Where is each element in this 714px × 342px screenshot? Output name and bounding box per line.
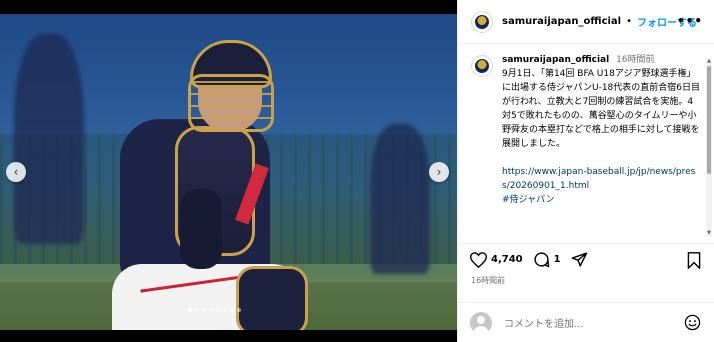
share-button[interactable] xyxy=(571,251,588,268)
carousel-dot xyxy=(223,308,227,312)
catcher-arm xyxy=(180,189,222,269)
separator-dot: • xyxy=(626,16,633,27)
carousel-dots xyxy=(188,308,241,312)
scroll-down-icon[interactable]: ▼ xyxy=(706,230,712,236)
posted-time[interactable]: 16時間前 xyxy=(471,275,505,286)
caption-scrollbar[interactable]: ▲ ▼ xyxy=(706,58,712,236)
previous-image-button[interactable]: ‹ xyxy=(6,162,26,182)
save-button[interactable] xyxy=(687,252,701,273)
catcher-mask xyxy=(188,74,274,132)
post-panel: samuraijapan_official • フォローする ••• samur… xyxy=(457,0,714,342)
user-avatar xyxy=(470,311,492,334)
media-panel: ‹ › xyxy=(0,0,457,342)
more-options-button[interactable]: ••• xyxy=(677,14,703,28)
username-link[interactable]: samuraijapan_official xyxy=(502,16,621,27)
comment-input[interactable]: コメントを追加... xyxy=(504,315,584,330)
emoji-button[interactable] xyxy=(684,314,701,335)
avatar[interactable] xyxy=(471,10,493,33)
action-bar: 4,740 1 xyxy=(458,243,714,275)
caption-hashtag[interactable]: #侍ジャパン xyxy=(502,193,702,207)
carousel-dot xyxy=(188,308,192,312)
like-count: 4,740 xyxy=(491,254,523,265)
comment-button[interactable]: 1 xyxy=(533,251,561,268)
comment-bar: コメントを追加... xyxy=(458,302,714,342)
carousel-dot xyxy=(195,308,199,312)
post-viewer: ‹ › samuraijapan_official • フォローする ••• s… xyxy=(0,0,714,342)
comment-count: 1 xyxy=(553,254,561,265)
scroll-up-icon[interactable]: ▲ xyxy=(706,58,712,64)
background-player xyxy=(14,34,84,244)
samurai-japan-logo-icon xyxy=(475,14,489,29)
caption-link[interactable]: https://www.japan-baseball.jp/jp/news/pr… xyxy=(502,165,702,193)
caption-text: 9月1日、「第14回 BFA U18アジア野球選手権」に出場する侍ジャパンU-1… xyxy=(502,69,701,149)
caption-time: 16時間前 xyxy=(616,55,655,65)
carousel-dot xyxy=(209,308,213,312)
shin-guard xyxy=(236,266,308,330)
post-photo[interactable] xyxy=(0,14,457,330)
samurai-japan-logo-icon xyxy=(475,59,489,73)
bookmark-icon xyxy=(687,252,701,269)
carousel-dot xyxy=(202,308,206,312)
next-image-button[interactable]: › xyxy=(429,162,449,182)
background-player xyxy=(370,124,430,274)
post-header: samuraijapan_official • フォローする ••• xyxy=(458,0,714,44)
emoji-icon xyxy=(684,314,701,331)
comment-icon xyxy=(534,252,549,268)
like-button[interactable]: 4,740 xyxy=(470,251,523,268)
heart-icon xyxy=(470,251,487,268)
caption-username[interactable]: samuraijapan_official xyxy=(502,55,609,65)
send-icon xyxy=(571,252,587,267)
caption-block: samuraijapan_official 16時間前 9月1日、「第14回 B… xyxy=(471,53,706,240)
avatar[interactable] xyxy=(471,55,493,77)
carousel-dot xyxy=(237,308,241,312)
caption-body: samuraijapan_official 16時間前 9月1日、「第14回 B… xyxy=(502,53,702,240)
carousel-dot xyxy=(216,308,220,312)
carousel-dot xyxy=(230,308,234,312)
scroll-thumb[interactable] xyxy=(707,66,711,174)
